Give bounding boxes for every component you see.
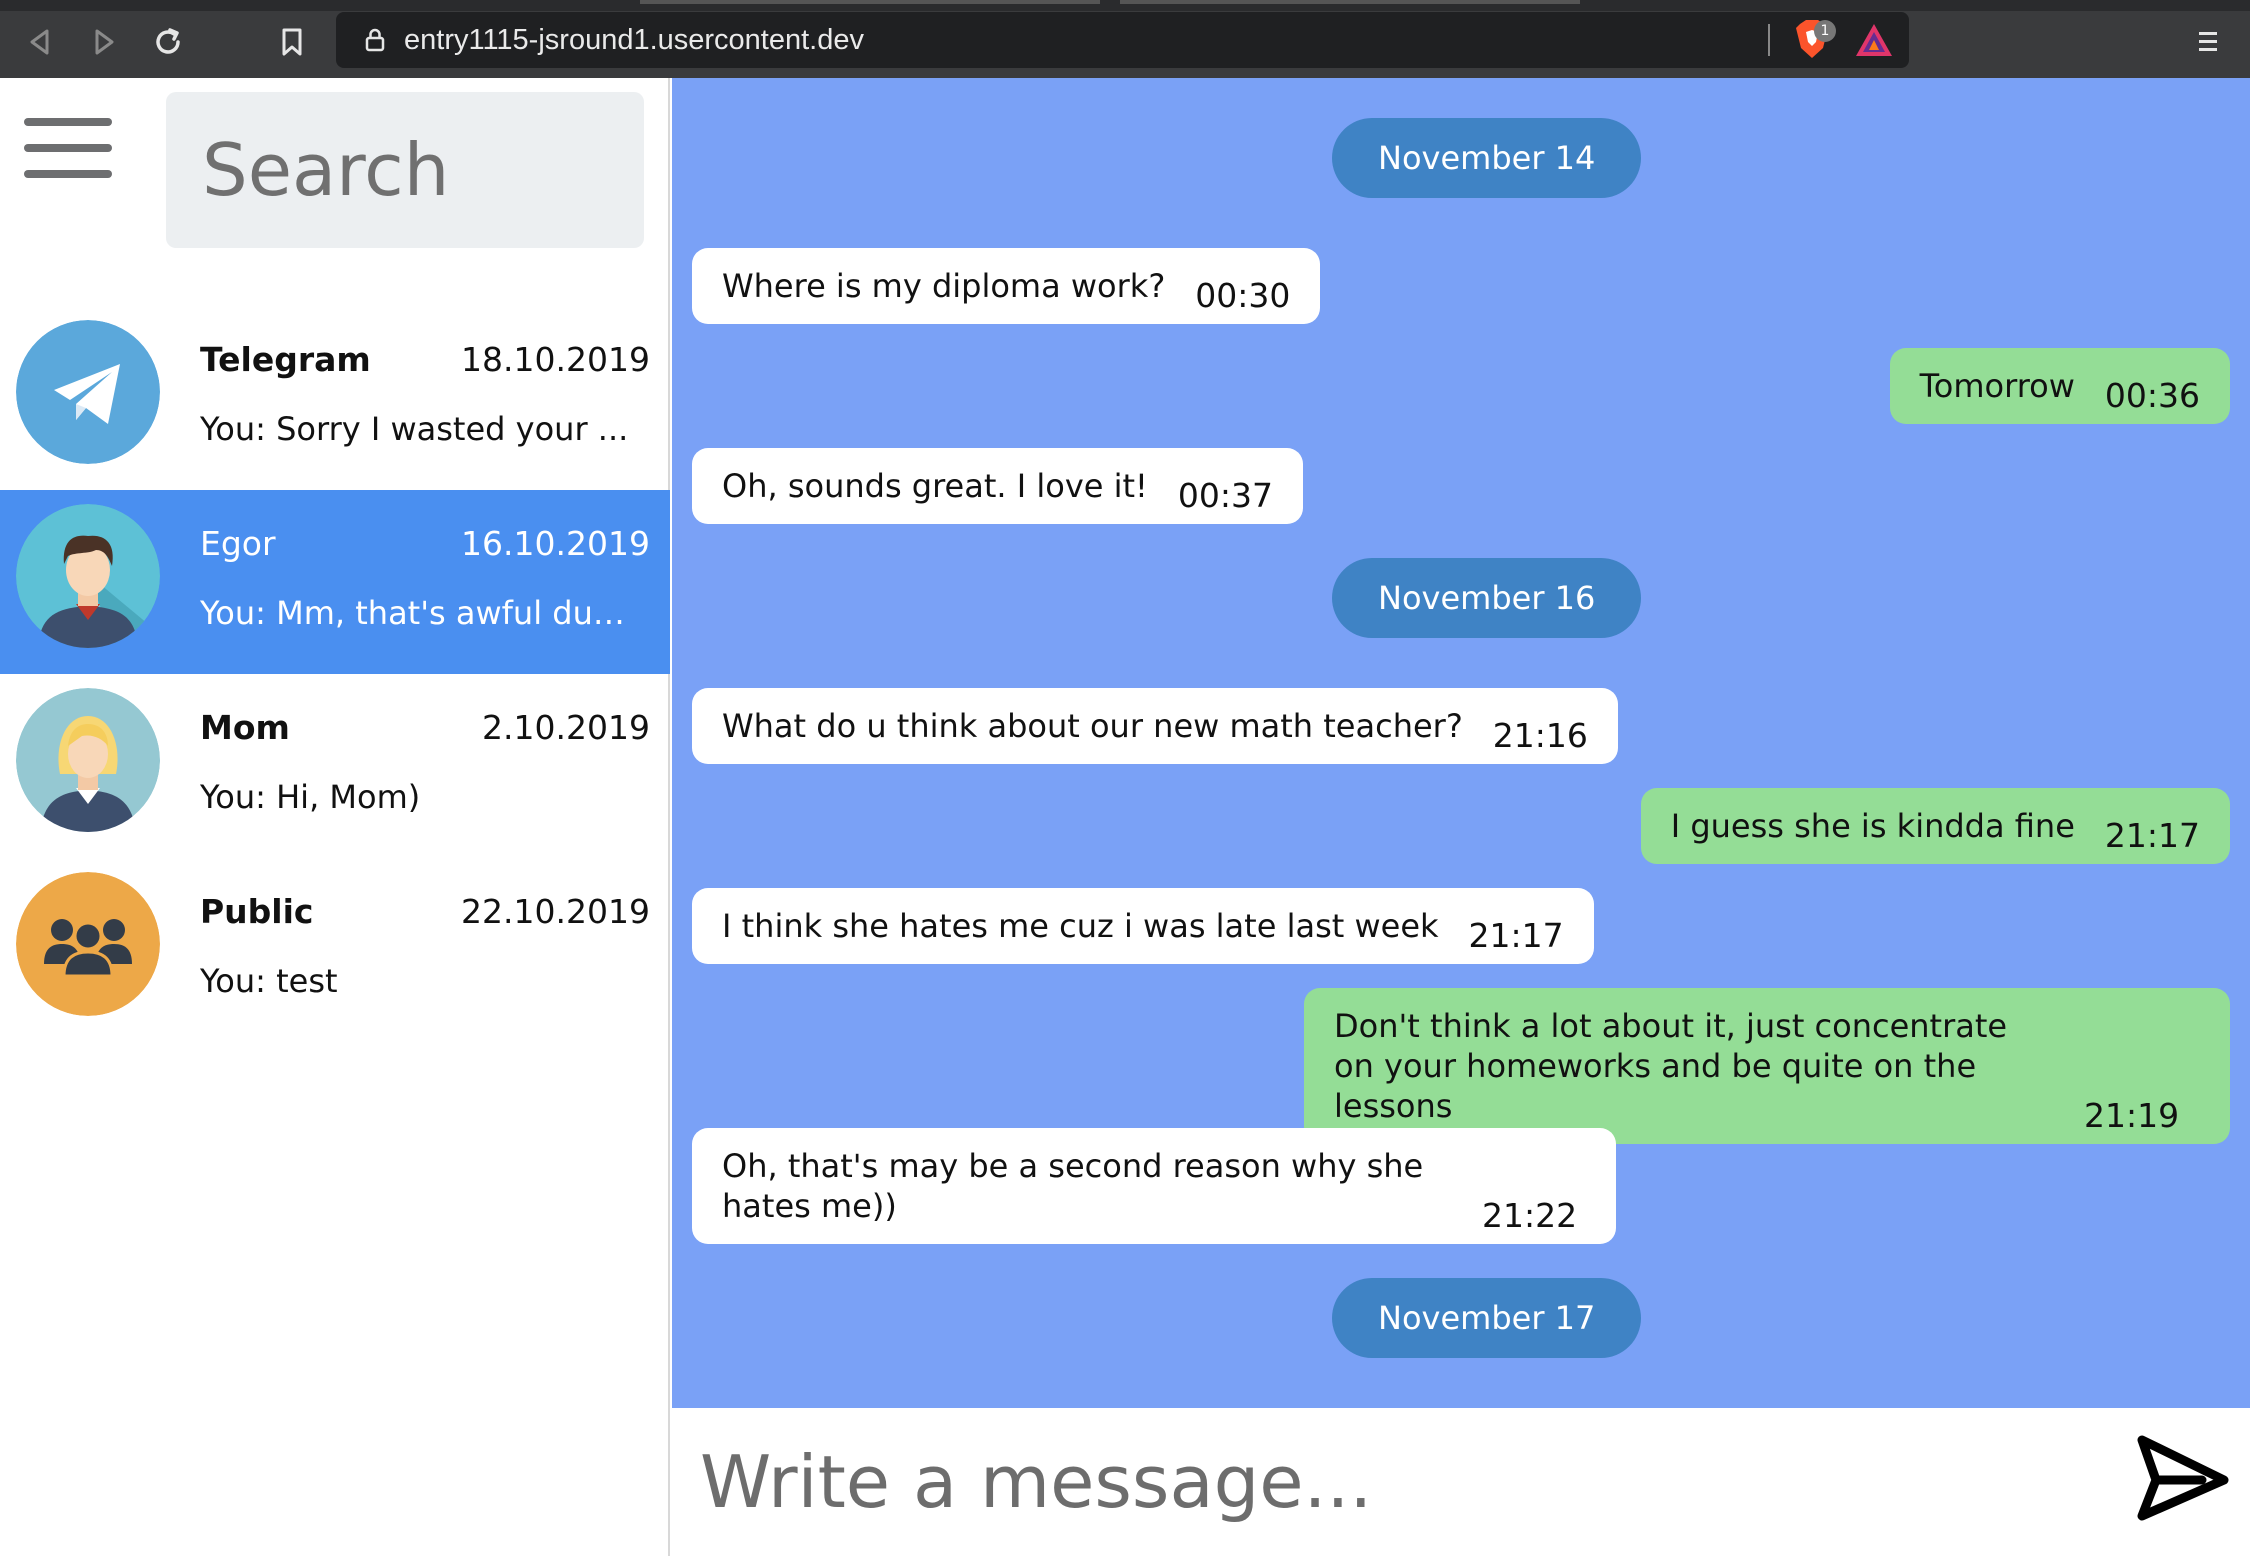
group-icon: [16, 872, 160, 1016]
telegram-logo-icon: [16, 320, 160, 464]
message-outgoing[interactable]: Don't think a lot about it, just concent…: [1304, 988, 2230, 1144]
address-bar[interactable]: entry1115-jsround1.usercontent.dev 1: [336, 12, 1909, 68]
send-button[interactable]: [2132, 1428, 2232, 1528]
message-text: What do u think about our new math teach…: [722, 707, 1463, 745]
chat-preview: You: Mm, that's awful dud...: [200, 594, 640, 632]
chat-date: 22.10.2019: [461, 892, 650, 931]
browser-menu-button[interactable]: [2188, 22, 2228, 62]
man-avatar: [16, 504, 160, 648]
chat-preview: You: Hi, Mom): [200, 778, 421, 816]
message-text: I think she hates me cuz i was late last…: [722, 907, 1439, 945]
hamburger-menu-button[interactable]: [24, 118, 112, 180]
message-time: 21:22: [1482, 1196, 1578, 1235]
message-text: I guess she is kindda fine: [1670, 807, 2075, 845]
chat-name: Telegram: [200, 340, 371, 379]
url-text[interactable]: entry1115-jsround1.usercontent.dev: [404, 24, 864, 56]
hamburger-line: [24, 144, 112, 152]
message-outgoing[interactable]: Tomorrow 00:36: [1889, 348, 2230, 424]
reload-icon: [156, 28, 180, 54]
message-incoming[interactable]: Oh, sounds great. I love it! 00:37: [692, 448, 1303, 524]
chat-sidebar: Telegram 18.10.2019 You: Sorry I wasted …: [0, 78, 670, 1556]
chat-date: 16.10.2019: [461, 524, 650, 563]
messenger-app: Telegram 18.10.2019 You: Sorry I wasted …: [0, 78, 2250, 1556]
chat-preview: You: Sorry I wasted your ...: [200, 410, 629, 448]
message-incoming[interactable]: I think she hates me cuz i was late last…: [692, 888, 1594, 964]
chat-item-public[interactable]: Public 22.10.2019 You: test: [0, 858, 670, 1042]
chat-item-egor[interactable]: Egor 16.10.2019 You: Mm, that's awful du…: [0, 490, 670, 674]
message-time: 21:19: [2084, 1096, 2180, 1135]
menu-lines-icon: [2199, 32, 2217, 51]
address-bar-separator: [1768, 24, 1770, 56]
hamburger-line: [24, 170, 112, 178]
chat-list: Telegram 18.10.2019 You: Sorry I wasted …: [0, 306, 670, 1042]
message-input[interactable]: [700, 1422, 2080, 1542]
chat-name: Mom: [200, 708, 290, 747]
tab-strip: [0, 0, 2250, 11]
bat-rewards-icon[interactable]: [1854, 22, 1894, 58]
forward-button[interactable]: [84, 22, 124, 62]
date-divider: November 17: [1332, 1278, 1642, 1358]
forward-arrow-icon: [95, 29, 114, 55]
message-time: 21:17: [1468, 916, 1564, 955]
message-time: 21:17: [2104, 816, 2200, 855]
message-text: Oh, that's may be a second reason why sh…: [722, 1147, 1424, 1225]
message-incoming[interactable]: What do u think about our new math teach…: [692, 688, 1618, 764]
bookmark-button[interactable]: [272, 22, 312, 62]
message-text: Where is my diploma work?: [722, 267, 1166, 305]
reload-button[interactable]: [148, 22, 188, 62]
date-divider: November 16: [1332, 558, 1642, 638]
search-input[interactable]: [166, 92, 644, 248]
chat-item-mom[interactable]: Mom 2.10.2019 You: Hi, Mom): [0, 674, 670, 858]
chat-name: Egor: [200, 524, 276, 563]
message-time: 00:37: [1177, 476, 1273, 515]
woman-avatar: [16, 688, 160, 832]
message-composer: [672, 1408, 2250, 1556]
date-divider: November 14: [1332, 118, 1642, 198]
hamburger-line: [24, 118, 112, 126]
chat-item-telegram[interactable]: Telegram 18.10.2019 You: Sorry I wasted …: [0, 306, 670, 490]
message-time: 00:30: [1195, 276, 1291, 315]
back-arrow-icon: [30, 29, 49, 55]
chat-date: 18.10.2019: [461, 340, 650, 379]
message-incoming[interactable]: Oh, that's may be a second reason why sh…: [692, 1128, 1616, 1244]
browser-toolbar: entry1115-jsround1.usercontent.dev 1: [0, 0, 2250, 78]
conversation-pane[interactable]: November 14 Where is my diploma work? 00:…: [672, 78, 2250, 1408]
bookmark-icon: [282, 28, 302, 56]
message-outgoing[interactable]: I guess she is kindda fine 21:17: [1640, 788, 2230, 864]
message-time: 00:36: [2104, 376, 2200, 415]
message-text: Oh, sounds great. I love it!: [722, 467, 1148, 505]
message-text: Tomorrow: [1919, 367, 2075, 405]
lock-icon: [365, 28, 385, 52]
chat-date: 2.10.2019: [482, 708, 650, 747]
send-icon: [2137, 1435, 2229, 1521]
chat-preview: You: test: [200, 962, 338, 1000]
message-time: 21:16: [1492, 716, 1588, 755]
shield-count-badge: 1: [1814, 20, 1836, 42]
chat-name: Public: [200, 892, 314, 931]
message-incoming[interactable]: Where is my diploma work? 00:30: [692, 248, 1321, 324]
message-text: Don't think a lot about it, just concent…: [1334, 1007, 2008, 1125]
back-button[interactable]: [20, 22, 60, 62]
